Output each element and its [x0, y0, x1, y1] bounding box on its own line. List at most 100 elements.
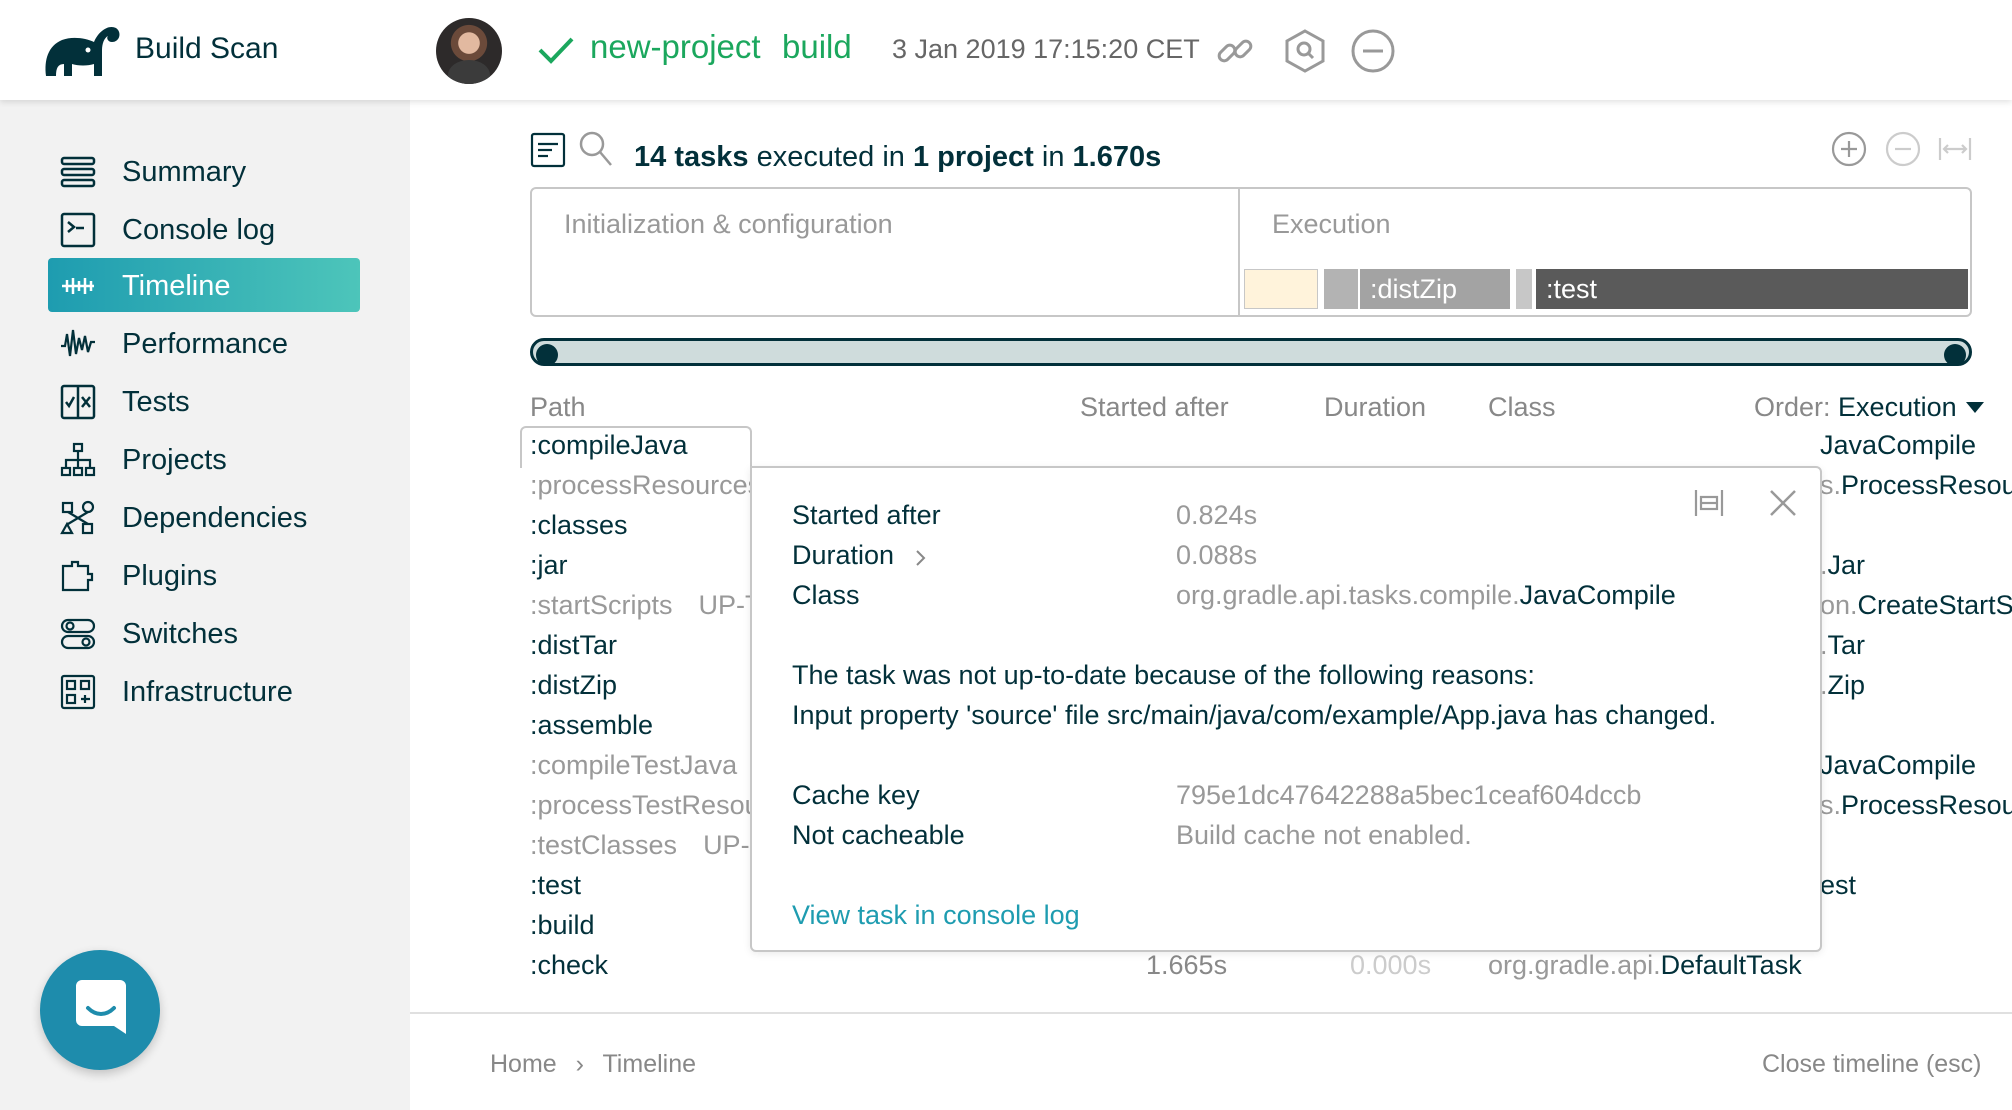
task-row-path[interactable]: :processTestResour	[530, 790, 769, 821]
class-name: DefaultTask	[1660, 950, 1802, 980]
close-timeline-link[interactable]: Close timeline (esc)	[1762, 1050, 1982, 1079]
task-row-path[interactable]: :assemble	[530, 710, 653, 741]
task-count: 14	[634, 140, 667, 173]
task-row-path[interactable]: :compileJava	[530, 430, 688, 461]
list-view-icon[interactable]	[530, 132, 566, 168]
not-up-to-date-reason: Input property 'source' file src/main/ja…	[792, 700, 1717, 730]
class-name: est	[1820, 870, 1857, 900]
breadcrumb-home[interactable]: Home	[490, 1050, 557, 1078]
switches-icon	[60, 618, 96, 650]
class-name: JavaCompile	[1519, 580, 1676, 610]
sidebar-item-performance[interactable]: Performance	[48, 316, 360, 370]
detail-class-label: Class	[792, 580, 860, 610]
fit-width-icon[interactable]	[1936, 130, 1974, 168]
detail-started-value: 0.824s	[1176, 500, 1258, 530]
task-row-path[interactable]: :testClasses UP-T	[530, 830, 766, 861]
task-row-class: s.ProcessResour	[1820, 470, 2012, 501]
search-icon[interactable]	[578, 130, 614, 168]
slider-right-handle[interactable]	[1944, 344, 1966, 366]
breadcrumb-separator: ›	[575, 1050, 584, 1078]
detail-duration-value: 0.088s	[1176, 540, 1258, 570]
task-word: tasks	[674, 140, 749, 173]
task-row-class: s.ProcessResour	[1820, 790, 2012, 821]
phase-exec-label: Execution	[1272, 209, 1391, 239]
class-name: JavaCompile	[1820, 430, 1977, 460]
order-value: Execution	[1838, 392, 1957, 422]
phase-initialization[interactable]: Initialization & configuration	[532, 189, 1240, 315]
column-header-duration[interactable]: Duration	[1324, 392, 1426, 423]
slider-left-handle[interactable]	[536, 344, 558, 366]
link-icon[interactable]	[1212, 28, 1258, 74]
sidebar-item-label: Console log	[122, 214, 276, 246]
console-icon	[60, 212, 96, 248]
sidebar-item-plugins[interactable]: Plugins	[48, 548, 360, 602]
build-phases-panel: Initialization & configuration Execution…	[530, 187, 1972, 317]
order-selector[interactable]: Order: Execution	[1754, 392, 1957, 423]
class-name: Jar	[1827, 550, 1866, 580]
sidebar-item-label: Projects	[122, 444, 227, 476]
sidebar-item-label: Infrastructure	[122, 676, 293, 708]
summary-icon	[60, 156, 96, 188]
total-duration: 1.670s	[1072, 140, 1162, 173]
sidebar-item-tests[interactable]: Tests	[48, 374, 360, 428]
class-prefix: org.gradle.api.tasks.compile.	[1176, 580, 1520, 610]
task-row-path[interactable]: :test	[530, 870, 581, 901]
task-row-path[interactable]: :startScripts UP-T	[530, 590, 762, 621]
cache-key-label: Cache key	[792, 780, 920, 810]
task-row-path[interactable]: :check	[530, 950, 608, 981]
not-up-to-date-title: The task was not up-to-date because of t…	[792, 660, 1535, 690]
timeline-bar-small[interactable]	[1324, 269, 1358, 309]
sidebar-item-dependencies[interactable]: Dependencies	[48, 490, 360, 544]
task-row-class: JavaCompile	[1820, 750, 1976, 781]
timeline-range-slider[interactable]	[530, 338, 1972, 366]
class-prefix: on.	[1820, 590, 1858, 620]
success-check-icon	[538, 37, 574, 64]
requested-task: build	[782, 28, 852, 65]
collapse-minus-icon[interactable]	[1350, 28, 1396, 74]
column-header-class[interactable]: Class	[1488, 392, 1556, 423]
sidebar-item-switches[interactable]: Switches	[48, 606, 360, 660]
column-header-path[interactable]: Path	[530, 392, 586, 423]
close-icon[interactable]	[1766, 486, 1800, 520]
inspect-hexagon-icon[interactable]	[1282, 28, 1328, 74]
dependencies-icon	[60, 500, 95, 535]
task-row-path[interactable]: :processResources	[530, 470, 761, 501]
sidebar-nav: Summary Console log Timeline Performance…	[0, 100, 410, 1110]
chat-launcher-button[interactable]	[40, 950, 160, 1070]
task-row-class: .Jar	[1820, 550, 1865, 581]
detail-duration-label[interactable]: Duration	[792, 540, 894, 571]
task-row-path[interactable]: :build	[530, 910, 595, 941]
view-in-console-log-link[interactable]: View task in console log	[792, 900, 1080, 931]
timeline-bar-test[interactable]: :test	[1536, 269, 1968, 309]
project-count: 1 project	[912, 140, 1034, 173]
sidebar-item-projects[interactable]: Projects	[48, 432, 360, 486]
phase-execution[interactable]: Execution :distZip :test	[1240, 189, 1970, 315]
user-avatar[interactable]	[436, 18, 502, 84]
sidebar-item-console-log[interactable]: Console log	[48, 202, 360, 256]
task-row-path[interactable]: :classes	[530, 510, 628, 541]
task-row-path[interactable]: :distZip	[530, 670, 617, 701]
sidebar-item-timeline[interactable]: Timeline	[48, 258, 360, 312]
timeline-bar-compile[interactable]	[1244, 269, 1318, 309]
zoom-in-icon[interactable]	[1830, 130, 1868, 168]
class-name: Zip	[1827, 670, 1866, 700]
task-row-class: JavaCompile	[1820, 430, 1976, 461]
sidebar-item-infrastructure[interactable]: Infrastructure	[48, 664, 360, 718]
class-name: ProcessResour	[1841, 790, 2012, 820]
detail-class-value: org.gradle.api.tasks.compile.JavaCompile	[1176, 580, 1676, 611]
gradle-elephant-logo[interactable]	[42, 20, 122, 80]
task-row-path[interactable]: :jar	[530, 550, 568, 581]
pin-panel-icon[interactable]	[1692, 486, 1726, 520]
timeline-bar-distzip[interactable]: :distZip	[1360, 269, 1510, 309]
chevron-down-icon[interactable]	[1966, 402, 1984, 413]
timeline-bar-gap[interactable]	[1516, 269, 1532, 309]
zoom-out-icon[interactable]	[1884, 130, 1922, 168]
chevron-right-icon[interactable]	[914, 548, 928, 568]
projects-icon	[60, 442, 96, 477]
sidebar-item-summary[interactable]: Summary	[48, 144, 360, 198]
task-row-path[interactable]: :distTar	[530, 630, 617, 661]
timeline-main: 14 tasks executed in 1 project in 1.670s…	[410, 100, 2012, 1110]
task-row-path[interactable]: :compileTestJava	[530, 750, 737, 781]
column-header-started[interactable]: Started after	[1080, 392, 1229, 423]
check-row-class: org.gradle.api.DefaultTask	[1488, 950, 1802, 981]
